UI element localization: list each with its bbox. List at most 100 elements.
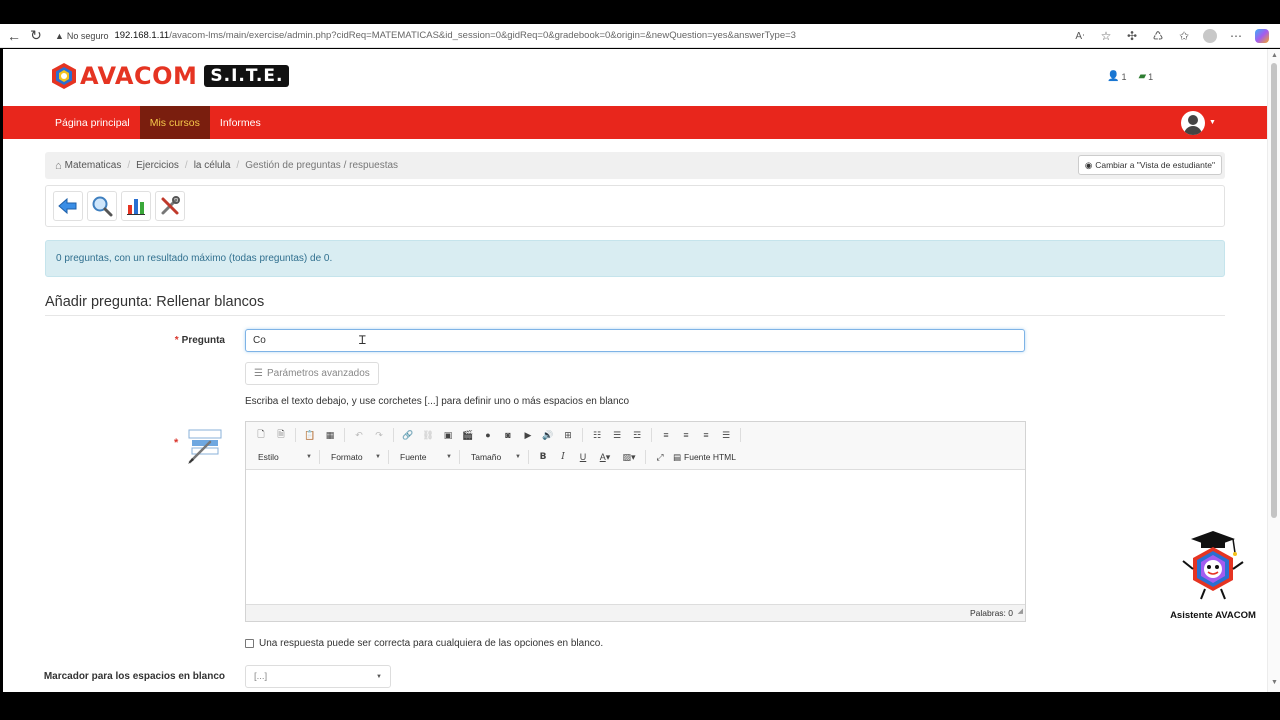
breadcrumb-separator: / — [127, 160, 131, 171]
page-scrollbar[interactable]: ▲ ▼ — [1267, 49, 1280, 692]
nav-my-courses[interactable]: Mis cursos — [139, 106, 210, 139]
horizontal-rule-icon[interactable]: ☲ — [628, 427, 646, 443]
form-title: Añadir pregunta: Rellenar blancos — [45, 294, 265, 310]
size-combo[interactable]: Tamaño ▼ — [465, 449, 523, 465]
favorites-list-icon[interactable]: ✩ — [1176, 26, 1192, 46]
align-right-icon[interactable]: ≡ — [697, 427, 715, 443]
new-page-icon[interactable]: 🗋 — [252, 427, 270, 443]
url-text[interactable]: 192.168.1.11/avacom-lms/main/exercise/ad… — [114, 30, 795, 41]
advanced-settings-button[interactable]: ☰ Parámetros avanzados — [245, 362, 379, 385]
site-header: AVACOM S.I.T.E. 👤 1 ▰ 1 — [3, 49, 1267, 105]
editor-toolbar: 🗋 🗎 📋 ▦ ↶ ↷ 🔗 ⛓ ▣ 🎬 ● ◙ ▶ 🔊 ⊞ ☷ ☰ ☲ ≡ ≡ … — [246, 422, 1025, 470]
background-color-icon[interactable]: ▨▾ — [618, 449, 640, 465]
multiple-answers-label[interactable]: Una respuesta puede ser correcta para cu… — [259, 638, 603, 649]
profile-icon[interactable] — [1202, 26, 1218, 46]
format-combo-label: Formato — [331, 452, 363, 462]
avacom-logo[interactable]: AVACOM S.I.T.E. — [51, 62, 290, 90]
align-left-icon[interactable]: ≡ — [657, 427, 675, 443]
text-color-icon[interactable]: A ▾ — [594, 449, 616, 465]
breadcrumb-exercises[interactable]: Ejercicios — [136, 160, 179, 171]
breadcrumb-course[interactable]: Matematicas — [65, 160, 122, 171]
embed-icon[interactable]: ◙ — [499, 427, 517, 443]
questions-info-alert: 0 preguntas, con un resultado máximo (to… — [45, 240, 1225, 277]
avatar-caret-icon[interactable]: ▼ — [1209, 119, 1216, 126]
multiple-answers-row: Una respuesta puede ser correcta para cu… — [245, 638, 603, 649]
assistant-mascot-icon — [1182, 531, 1244, 600]
templates-icon[interactable]: 🗎 — [272, 427, 290, 443]
breadcrumb-exercise[interactable]: la célula — [194, 160, 231, 171]
preview-button[interactable] — [87, 191, 117, 221]
format-combo[interactable]: Formato ▼ — [325, 449, 383, 465]
board-icon: ▰ — [1138, 71, 1147, 82]
back-button[interactable] — [53, 191, 83, 221]
resize-grip-icon[interactable]: ◢ — [1018, 604, 1023, 620]
table-icon[interactable]: ⊞ — [559, 427, 577, 443]
settings-button[interactable] — [155, 191, 185, 221]
nav-reports[interactable]: Informes — [210, 106, 271, 139]
url-host: 192.168.1.11 — [114, 30, 170, 41]
breadcrumb-current: Gestión de preguntas / respuestas — [245, 160, 399, 171]
url-box[interactable]: ▲ No seguro 192.168.1.11/avacom-lms/main… — [53, 26, 796, 46]
rich-text-editor: 🗋 🗎 📋 ▦ ↶ ↷ 🔗 ⛓ ▣ 🎬 ● ◙ ▶ 🔊 ⊞ ☷ ☰ ☲ ≡ ≡ … — [245, 421, 1026, 622]
letterbox-top — [0, 0, 1280, 24]
bullet-list-icon[interactable]: ☷ — [588, 427, 606, 443]
student-view-label: Cambiar a "Vista de estudiante" — [1095, 160, 1215, 170]
board-stat[interactable]: ▰ 1 — [1138, 71, 1153, 82]
marker-label: Marcador para los espacios en blanco — [43, 671, 225, 682]
more-menu-icon[interactable]: ⋯ — [1228, 26, 1244, 46]
avacom-assistant[interactable]: Asistente AVACOM — [1165, 529, 1261, 621]
marker-select[interactable]: [...] ▼ — [245, 665, 391, 688]
size-combo-label: Tamaño — [471, 452, 502, 462]
editor-toolbar-row-2: Estilo ▼ Formato ▼ Fuente ▼ Tamaño ▼ B I U — [252, 449, 736, 465]
paste-word-icon[interactable]: ▦ — [321, 427, 339, 443]
image-icon[interactable]: ▣ — [439, 427, 457, 443]
user-avatar[interactable] — [1181, 111, 1205, 135]
font-combo-label: Fuente — [400, 452, 427, 462]
maximize-icon[interactable]: ⤢ — [651, 449, 669, 465]
undo-icon[interactable]: ↶ — [350, 427, 368, 443]
link-icon[interactable]: 🔗 — [399, 427, 417, 443]
justify-icon[interactable]: ☰ — [717, 427, 735, 443]
tools-icon — [161, 196, 180, 215]
browser-essentials-icon[interactable]: ♺ — [1150, 26, 1166, 46]
browser-actions: Aᐧ ☆ ✣ ♺ ✩ ⋯ — [1072, 26, 1270, 46]
italic-icon[interactable]: I — [554, 449, 572, 465]
source-html-button[interactable]: ▤ Fuente HTML — [673, 452, 736, 463]
source-icon: ▤ — [673, 451, 682, 462]
read-aloud-icon[interactable]: Aᐧ — [1072, 26, 1088, 46]
extensions-icon[interactable]: ✣ — [1124, 26, 1140, 46]
numbered-list-icon[interactable]: ☰ — [608, 427, 626, 443]
required-asterisk: * — [174, 335, 179, 346]
redo-icon[interactable]: ↷ — [370, 427, 388, 443]
breadcrumb: ⌂ Matematicas / Ejercicios / la célula /… — [45, 152, 1225, 179]
audio-icon[interactable]: 🔊 — [539, 427, 557, 443]
font-combo[interactable]: Fuente ▼ — [394, 449, 454, 465]
back-arrow-icon[interactable]: ← — [3, 26, 25, 46]
scroll-thumb[interactable] — [1271, 63, 1277, 518]
video-icon[interactable]: 🎬 — [459, 427, 477, 443]
breadcrumb-separator: / — [236, 160, 240, 171]
scroll-up-arrow-icon[interactable]: ▲ — [1271, 52, 1278, 59]
header-stats: 👤 1 ▰ 1 — [1107, 71, 1153, 82]
copilot-icon[interactable] — [1254, 26, 1270, 46]
unlink-icon[interactable]: ⛓ — [419, 427, 437, 443]
flash-icon[interactable]: ● — [479, 427, 497, 443]
favorite-star-icon[interactable]: ☆ — [1098, 26, 1114, 46]
style-combo[interactable]: Estilo ▼ — [252, 449, 314, 465]
online-users-stat[interactable]: 👤 1 — [1107, 71, 1126, 82]
underline-icon[interactable]: U — [574, 449, 592, 465]
editor-body[interactable] — [246, 470, 1025, 604]
student-view-button[interactable]: ◉ Cambiar a "Vista de estudiante" — [1077, 155, 1222, 175]
back-arrow-icon — [58, 197, 77, 215]
multiple-answers-checkbox[interactable] — [245, 639, 254, 648]
nav-home[interactable]: Página principal — [45, 106, 140, 139]
youtube-icon[interactable]: ▶ — [519, 427, 537, 443]
reload-icon[interactable]: ↻ — [25, 26, 47, 46]
not-secure-indicator[interactable]: ▲ No seguro — [53, 31, 114, 41]
paste-icon[interactable]: 📋 — [301, 427, 319, 443]
scroll-down-arrow-icon[interactable]: ▼ — [1271, 679, 1278, 686]
bold-icon[interactable]: B — [534, 449, 552, 465]
align-center-icon[interactable]: ≡ — [677, 427, 695, 443]
marker-select-value: [...] — [254, 671, 268, 682]
results-button[interactable] — [121, 191, 151, 221]
